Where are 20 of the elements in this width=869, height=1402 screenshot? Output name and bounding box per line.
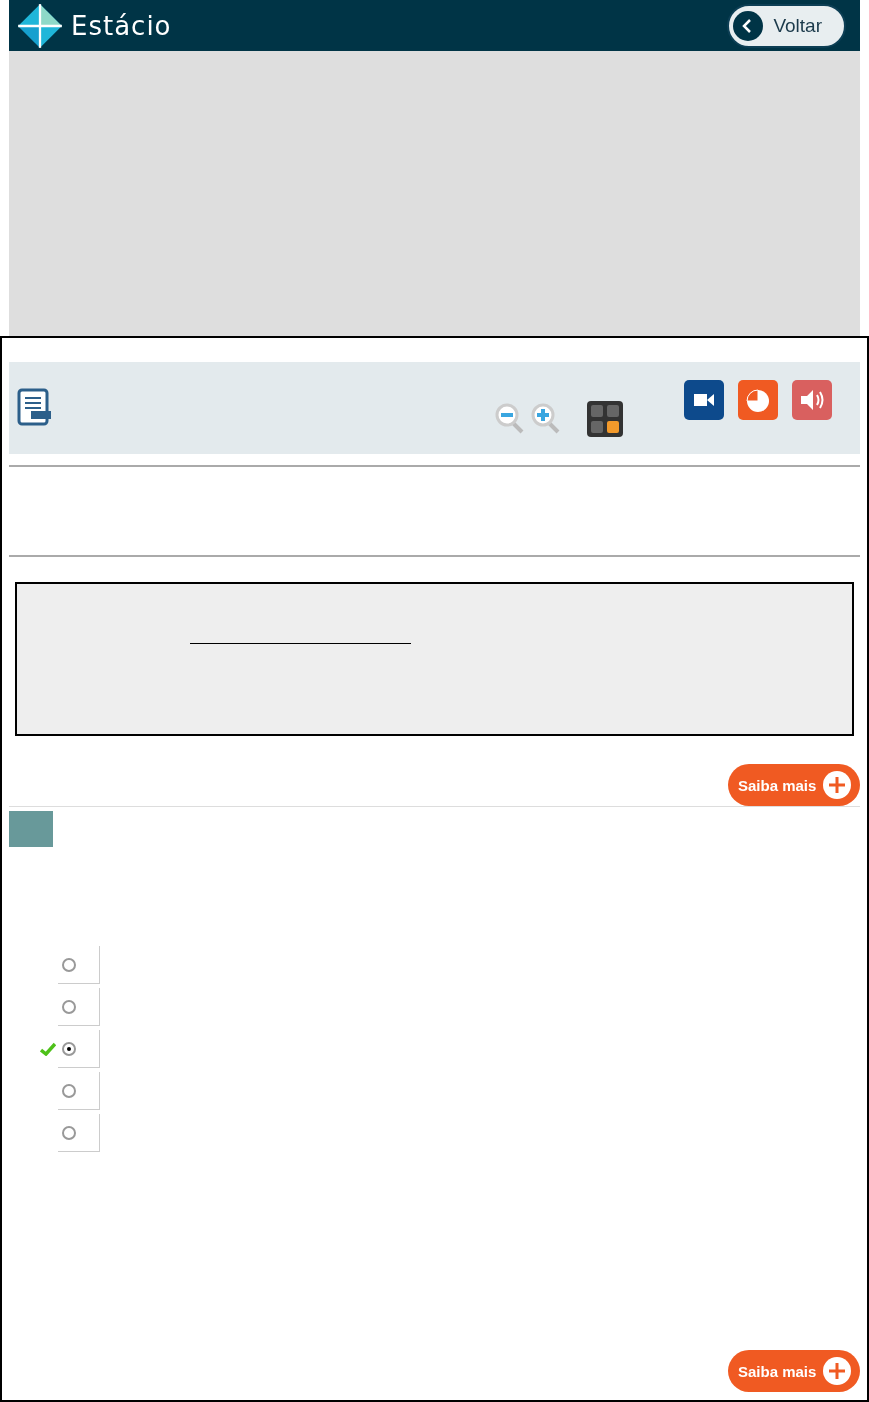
radio-button[interactable]: [62, 999, 76, 1014]
logo-icon: [17, 2, 63, 49]
zoom-in-icon[interactable]: [530, 402, 562, 436]
calculator-icon[interactable]: [586, 400, 624, 438]
radio-button[interactable]: [62, 1083, 76, 1098]
radio-button[interactable]: [62, 1041, 76, 1056]
back-button[interactable]: Voltar: [727, 3, 846, 48]
learn-more-button[interactable]: Saiba mais: [728, 764, 860, 806]
zoom-out-icon[interactable]: [494, 402, 526, 436]
speaker-icon[interactable]: [792, 380, 832, 420]
radio-button[interactable]: [62, 957, 76, 972]
question-number-badge: [9, 811, 53, 847]
brand-name: Estácio: [71, 10, 172, 41]
plus-icon: [822, 1356, 853, 1386]
document-icon[interactable]: [17, 388, 51, 426]
video-icon[interactable]: [684, 380, 724, 420]
radio-button[interactable]: [62, 1125, 76, 1140]
plus-icon: [822, 770, 853, 800]
learn-more-button[interactable]: Saiba mais: [728, 1350, 860, 1392]
pie-chart-icon[interactable]: [738, 380, 778, 420]
